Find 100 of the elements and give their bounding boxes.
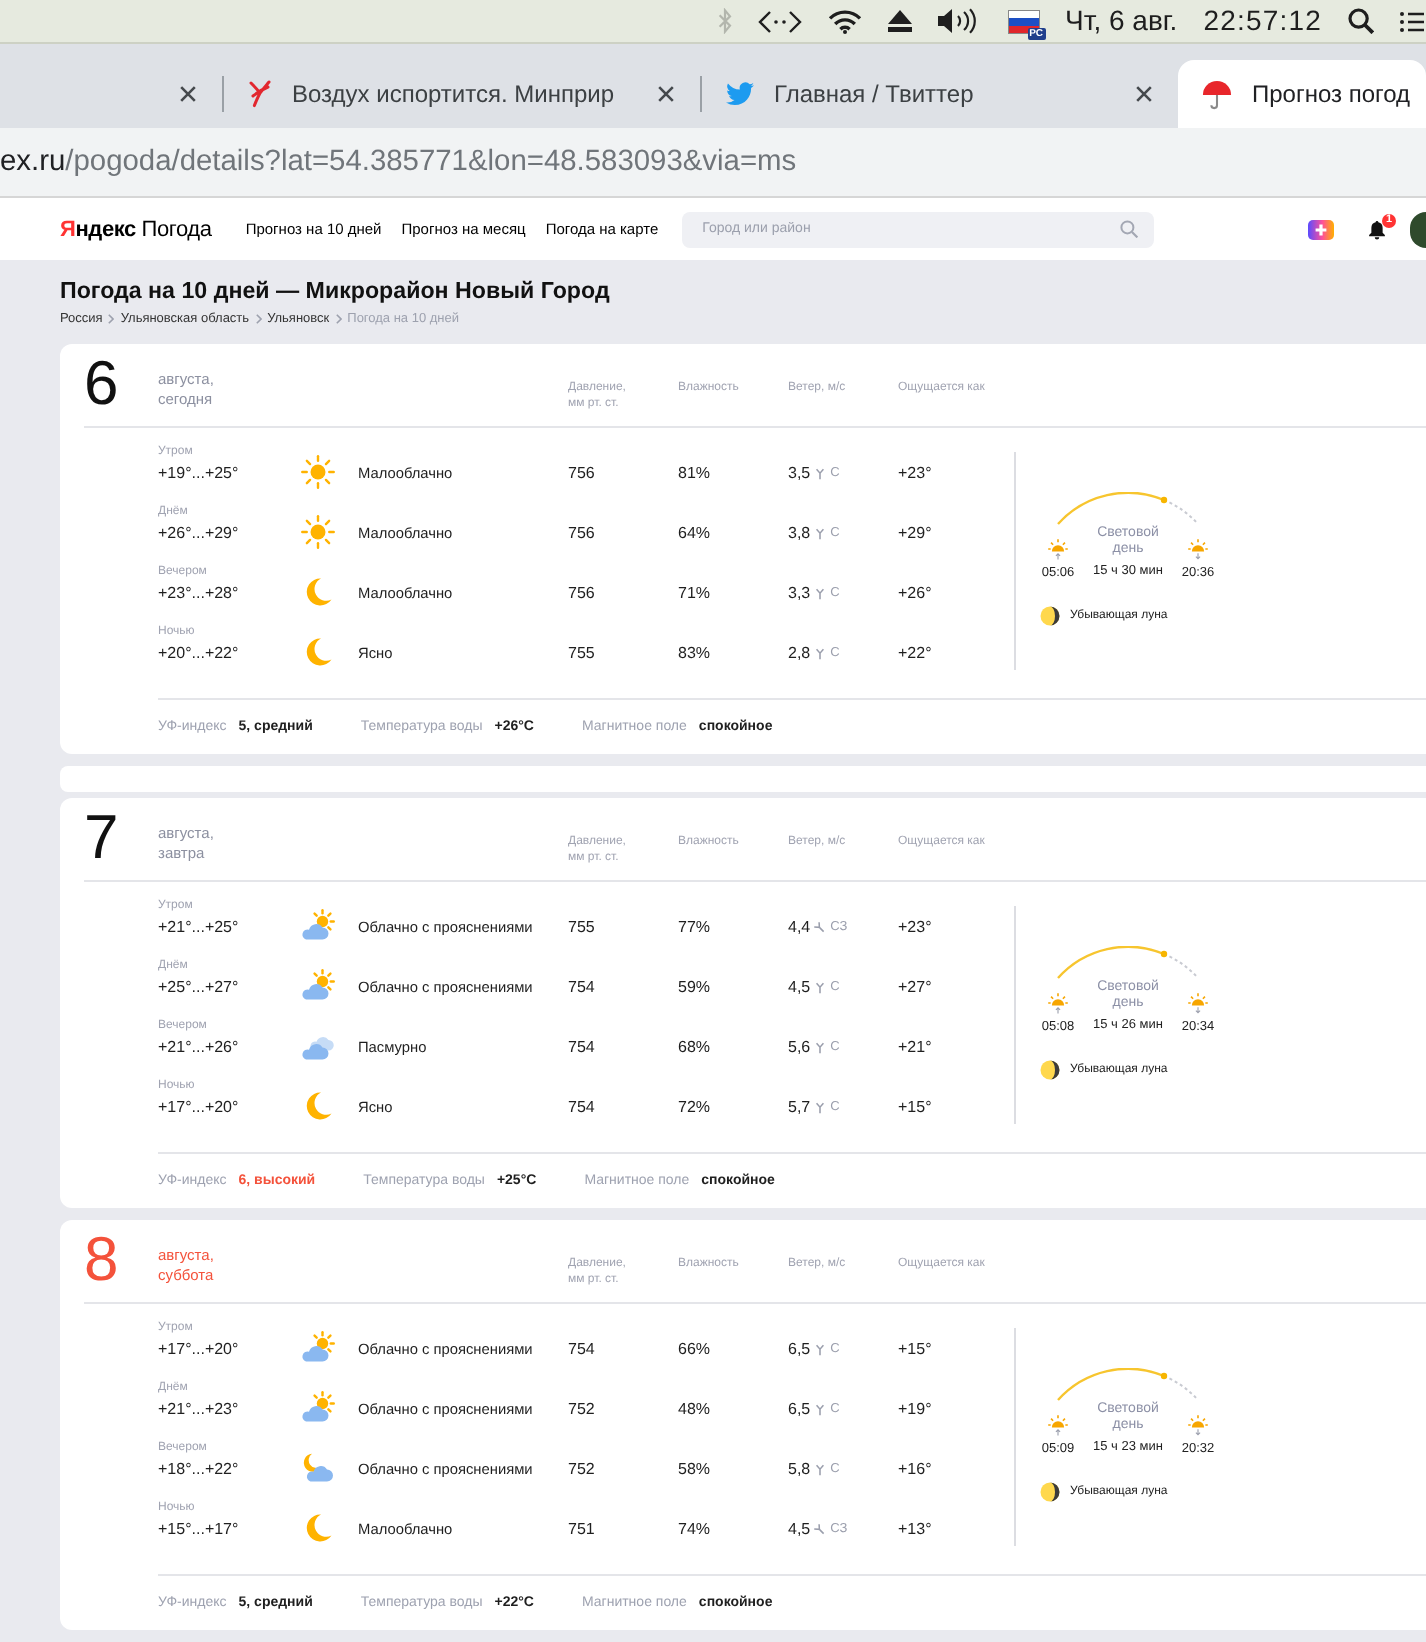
temperature-range: +17°...+20° bbox=[158, 1096, 239, 1118]
menu-bar-clock[interactable]: 22:57:12 bbox=[1203, 4, 1322, 38]
chevron-icon bbox=[335, 314, 342, 324]
sunrise-icon bbox=[1048, 992, 1068, 1014]
feels-like-value: +19° bbox=[898, 1398, 932, 1420]
temperature-range: +17°...+20° bbox=[158, 1338, 239, 1360]
feels-like-value: +13° bbox=[898, 1518, 932, 1540]
humidity-value: 72% bbox=[678, 1096, 711, 1118]
humidity-value: 66% bbox=[678, 1338, 711, 1360]
sun-icon bbox=[300, 454, 336, 490]
page-title: Погода на 10 дней — Микрорайон Новый Город bbox=[60, 276, 610, 306]
wind-speed: 4,5 bbox=[788, 1518, 811, 1540]
temperature-range: +25°...+27° bbox=[158, 976, 239, 998]
feels-like-value: +21° bbox=[898, 1036, 932, 1058]
feels-like-value: +23° bbox=[898, 916, 932, 938]
pressure-value: 756 bbox=[568, 522, 595, 544]
chevron-icon bbox=[255, 314, 262, 324]
wifi-icon[interactable] bbox=[827, 9, 862, 33]
bird-icon bbox=[726, 82, 754, 106]
close-icon[interactable] bbox=[658, 86, 674, 102]
browser-tab[interactable]: Прогноз погод bbox=[1178, 60, 1426, 128]
sunset-icon bbox=[1188, 1414, 1208, 1436]
pressure-value: 752 bbox=[568, 1398, 595, 1420]
address-field[interactable]: ex.ru/pogoda/details?lat=54.385771&lon=48.583093&via=ms bbox=[0, 128, 1426, 198]
pressure-value: 756 bbox=[568, 582, 595, 604]
wind-speed: 2,8 bbox=[788, 642, 811, 664]
pressure-value: 754 bbox=[568, 1338, 595, 1360]
humidity-value: 83% bbox=[678, 642, 711, 664]
pressure-value: 754 bbox=[568, 1096, 595, 1118]
humidity-value: 81% bbox=[678, 462, 711, 484]
menu-bar-date[interactable]: Чт, 6 авг. bbox=[1065, 4, 1178, 38]
temperature-range: +19°...+25° bbox=[158, 462, 239, 484]
feels-like-value: +22° bbox=[898, 642, 932, 664]
day-number: 6 bbox=[84, 352, 119, 414]
cloud-moon-icon bbox=[300, 1450, 336, 1486]
temperature-range: +21°...+25° bbox=[158, 916, 239, 938]
pressure-value: 755 bbox=[568, 642, 595, 664]
eject-icon[interactable] bbox=[887, 10, 912, 32]
temperature-range: +23°...+28° bbox=[158, 582, 239, 604]
pressure-value: 752 bbox=[568, 1458, 595, 1480]
pressure-value: 754 bbox=[568, 1036, 595, 1058]
chevron-icon bbox=[108, 314, 115, 324]
close-icon[interactable] bbox=[1136, 86, 1152, 102]
temperature-range: +20°...+22° bbox=[158, 642, 239, 664]
wind-speed: 4,4 bbox=[788, 916, 811, 938]
moon-phase-icon bbox=[1040, 1482, 1060, 1502]
humidity-value: 68% bbox=[678, 1036, 711, 1058]
wind-speed: 5,6 bbox=[788, 1036, 811, 1058]
browser-tab[interactable]: Главная / Твиттер bbox=[702, 60, 1178, 128]
scribble-icon bbox=[248, 80, 272, 108]
wind-speed: 6,5 bbox=[788, 1338, 811, 1360]
wind-speed: 5,8 bbox=[788, 1458, 811, 1480]
avatar-icon[interactable] bbox=[1410, 211, 1426, 247]
browser-tab[interactable]: Воздух испортится. Минприр bbox=[224, 60, 700, 128]
wind-speed: 3,3 bbox=[788, 582, 811, 604]
cloud-sun-icon bbox=[300, 908, 336, 944]
temperature-range: +21°...+23° bbox=[158, 1398, 239, 1420]
plus-icon[interactable] bbox=[1308, 219, 1334, 239]
day-number: 7 bbox=[84, 806, 119, 868]
bell-icon[interactable] bbox=[1368, 219, 1386, 239]
flag-icon[interactable] bbox=[1007, 9, 1040, 33]
wind-speed: 4,5 bbox=[788, 976, 811, 998]
humidity-value: 64% bbox=[678, 522, 711, 544]
humidity-value: 74% bbox=[678, 1518, 711, 1540]
humidity-value: 58% bbox=[678, 1458, 711, 1480]
code-brackets-icon[interactable] bbox=[757, 9, 802, 33]
sun-icon bbox=[300, 514, 336, 550]
cloud-sun-icon bbox=[300, 968, 336, 1004]
wind-speed: 5,7 bbox=[788, 1096, 811, 1118]
umbrella-icon bbox=[1202, 79, 1232, 109]
temperature-range: +15°...+17° bbox=[158, 1518, 239, 1540]
close-icon[interactable] bbox=[180, 86, 196, 102]
temperature-range: +26°...+29° bbox=[158, 522, 239, 544]
wind-speed: 3,5 bbox=[788, 462, 811, 484]
sunrise-icon bbox=[1048, 538, 1068, 560]
list-icon[interactable] bbox=[1400, 11, 1424, 31]
humidity-value: 48% bbox=[678, 1398, 711, 1420]
day-number: 8 bbox=[84, 1228, 119, 1290]
feels-like-value: +15° bbox=[898, 1338, 932, 1360]
humidity-value: 77% bbox=[678, 916, 711, 938]
sunrise-icon bbox=[1048, 1414, 1068, 1436]
pressure-value: 756 bbox=[568, 462, 595, 484]
moon-phase-icon bbox=[1040, 1060, 1060, 1080]
humidity-value: 71% bbox=[678, 582, 711, 604]
search-icon[interactable] bbox=[1348, 8, 1374, 34]
humidity-value: 59% bbox=[678, 976, 711, 998]
volume-icon[interactable] bbox=[937, 8, 982, 34]
cloud-sun-icon bbox=[300, 1330, 336, 1366]
wind-speed: 3,8 bbox=[788, 522, 811, 544]
pressure-value: 755 bbox=[568, 916, 595, 938]
feels-like-value: +27° bbox=[898, 976, 932, 998]
feels-like-value: +29° bbox=[898, 522, 932, 544]
temperature-range: +18°...+22° bbox=[158, 1458, 239, 1480]
feels-like-value: +23° bbox=[898, 462, 932, 484]
sunset-icon bbox=[1188, 992, 1208, 1014]
wind-speed: 6,5 bbox=[788, 1398, 811, 1420]
feels-like-value: +16° bbox=[898, 1458, 932, 1480]
temperature-range: +21°...+26° bbox=[158, 1036, 239, 1058]
pressure-value: 751 bbox=[568, 1518, 595, 1540]
site-logo[interactable]: Яндекс Погода bbox=[60, 215, 212, 243]
